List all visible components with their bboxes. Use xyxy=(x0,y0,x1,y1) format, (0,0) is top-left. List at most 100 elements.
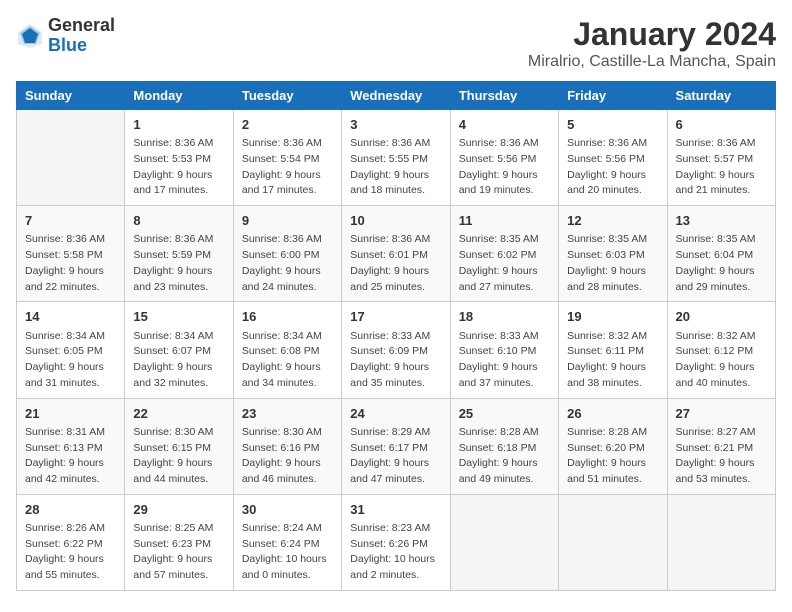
day-number: 25 xyxy=(459,405,550,423)
day-cell: 12 Sunrise: 8:35 AMSunset: 6:03 PMDayligh… xyxy=(559,206,667,302)
day-info: Sunrise: 8:30 AMSunset: 6:16 PMDaylight:… xyxy=(242,425,333,488)
day-cell: 24 Sunrise: 8:29 AMSunset: 6:17 PMDayligh… xyxy=(342,398,450,494)
day-number: 22 xyxy=(133,405,224,423)
day-info: Sunrise: 8:28 AMSunset: 6:18 PMDaylight:… xyxy=(459,425,550,488)
day-number: 3 xyxy=(350,116,441,134)
day-number: 4 xyxy=(459,116,550,134)
week-row-2: 7Sunrise: 8:36 AMSunset: 5:58 PMDaylight… xyxy=(17,206,776,302)
day-number: 9 xyxy=(242,212,333,230)
day-cell: 14Sunrise: 8:34 AMSunset: 6:05 PMDayligh… xyxy=(17,302,125,398)
day-cell: 26Sunrise: 8:28 AMSunset: 6:20 PMDayligh… xyxy=(559,398,667,494)
day-cell xyxy=(667,494,775,590)
header-cell-sunday: Sunday xyxy=(17,82,125,110)
day-cell: 13 Sunrise: 8:35 AMSunset: 6:04 PMDayligh… xyxy=(667,206,775,302)
day-number: 8 xyxy=(133,212,224,230)
day-info: Sunrise: 8:31 AMSunset: 6:13 PMDaylight:… xyxy=(25,425,116,488)
day-info: Sunrise: 8:28 AMSunset: 6:20 PMDaylight:… xyxy=(567,425,658,488)
day-info: Sunrise: 8:36 AMSunset: 5:56 PMDaylight:… xyxy=(459,136,550,199)
day-cell: 4 Sunrise: 8:36 AMSunset: 5:56 PMDaylight… xyxy=(450,110,558,206)
day-number: 20 xyxy=(676,308,767,326)
logo-general: General xyxy=(48,16,115,36)
day-cell: 6 Sunrise: 8:36 AMSunset: 5:57 PMDaylight… xyxy=(667,110,775,206)
day-number: 27 xyxy=(676,405,767,423)
day-cell: 3Sunrise: 8:36 AMSunset: 5:55 PMDaylight… xyxy=(342,110,450,206)
calendar-body: 1Sunrise: 8:36 AMSunset: 5:53 PMDaylight… xyxy=(17,110,776,591)
day-info: Sunrise: 8:34 AMSunset: 6:08 PMDaylight:… xyxy=(242,329,333,392)
day-number: 2 xyxy=(242,116,333,134)
subtitle: Miralrio, Castille-La Mancha, Spain xyxy=(528,53,776,71)
day-info: Sunrise: 8:35 AMSunset: 6:02 PMDaylight:… xyxy=(459,232,550,295)
day-number: 13 xyxy=(676,212,767,230)
day-cell: 22Sunrise: 8:30 AMSunset: 6:15 PMDayligh… xyxy=(125,398,233,494)
calendar-table: SundayMondayTuesdayWednesdayThursdayFrid… xyxy=(16,81,776,591)
logo-icon xyxy=(16,22,44,50)
day-info: Sunrise: 8:27 AMSunset: 6:21 PMDaylight:… xyxy=(676,425,767,488)
day-info: Sunrise: 8:33 AMSunset: 6:10 PMDaylight:… xyxy=(459,329,550,392)
day-cell: 8 Sunrise: 8:36 AMSunset: 5:59 PMDaylight… xyxy=(125,206,233,302)
day-cell: 1Sunrise: 8:36 AMSunset: 5:53 PMDaylight… xyxy=(125,110,233,206)
day-cell: 29 Sunrise: 8:25 AMSunset: 6:23 PMDayligh… xyxy=(125,494,233,590)
week-row-5: 28Sunrise: 8:26 AMSunset: 6:22 PMDayligh… xyxy=(17,494,776,590)
logo-text: General Blue xyxy=(48,16,115,56)
day-number: 5 xyxy=(567,116,658,134)
day-info: Sunrise: 8:36 AMSunset: 5:56 PMDaylight:… xyxy=(567,136,658,199)
header-cell-friday: Friday xyxy=(559,82,667,110)
day-number: 29 xyxy=(133,501,224,519)
day-number: 7 xyxy=(25,212,116,230)
header-cell-thursday: Thursday xyxy=(450,82,558,110)
page-header: General Blue January 2024 Miralrio, Cast… xyxy=(16,16,776,71)
day-cell: 10Sunrise: 8:36 AMSunset: 6:01 PMDayligh… xyxy=(342,206,450,302)
day-number: 16 xyxy=(242,308,333,326)
day-number: 30 xyxy=(242,501,333,519)
day-cell: 17 Sunrise: 8:33 AMSunset: 6:09 PMDayligh… xyxy=(342,302,450,398)
logo-blue: Blue xyxy=(48,36,115,56)
day-info: Sunrise: 8:24 AMSunset: 6:24 PMDaylight:… xyxy=(242,521,333,584)
day-cell: 2 Sunrise: 8:36 AMSunset: 5:54 PMDaylight… xyxy=(233,110,341,206)
header-cell-monday: Monday xyxy=(125,82,233,110)
day-number: 6 xyxy=(676,116,767,134)
day-cell: 25 Sunrise: 8:28 AMSunset: 6:18 PMDayligh… xyxy=(450,398,558,494)
day-info: Sunrise: 8:36 AMSunset: 5:54 PMDaylight:… xyxy=(242,136,333,199)
header-cell-wednesday: Wednesday xyxy=(342,82,450,110)
day-info: Sunrise: 8:26 AMSunset: 6:22 PMDaylight:… xyxy=(25,521,116,584)
day-cell xyxy=(450,494,558,590)
day-cell: 19Sunrise: 8:32 AMSunset: 6:11 PMDayligh… xyxy=(559,302,667,398)
day-cell: 5 Sunrise: 8:36 AMSunset: 5:56 PMDaylight… xyxy=(559,110,667,206)
day-cell xyxy=(17,110,125,206)
day-number: 17 xyxy=(350,308,441,326)
day-info: Sunrise: 8:29 AMSunset: 6:17 PMDaylight:… xyxy=(350,425,441,488)
day-cell: 20Sunrise: 8:32 AMSunset: 6:12 PMDayligh… xyxy=(667,302,775,398)
day-number: 24 xyxy=(350,405,441,423)
day-cell: 16 Sunrise: 8:34 AMSunset: 6:08 PMDayligh… xyxy=(233,302,341,398)
day-info: Sunrise: 8:34 AMSunset: 6:07 PMDaylight:… xyxy=(133,329,224,392)
day-number: 15 xyxy=(133,308,224,326)
day-cell: 30 Sunrise: 8:24 AMSunset: 6:24 PMDayligh… xyxy=(233,494,341,590)
day-info: Sunrise: 8:25 AMSunset: 6:23 PMDaylight:… xyxy=(133,521,224,584)
day-info: Sunrise: 8:36 AMSunset: 5:59 PMDaylight:… xyxy=(133,232,224,295)
header-row: SundayMondayTuesdayWednesdayThursdayFrid… xyxy=(17,82,776,110)
header-cell-tuesday: Tuesday xyxy=(233,82,341,110)
main-title: January 2024 xyxy=(528,16,776,53)
calendar-header: SundayMondayTuesdayWednesdayThursdayFrid… xyxy=(17,82,776,110)
day-cell: 11 Sunrise: 8:35 AMSunset: 6:02 PMDayligh… xyxy=(450,206,558,302)
week-row-4: 21Sunrise: 8:31 AMSunset: 6:13 PMDayligh… xyxy=(17,398,776,494)
day-cell: 15 Sunrise: 8:34 AMSunset: 6:07 PMDayligh… xyxy=(125,302,233,398)
day-number: 18 xyxy=(459,308,550,326)
day-cell: 27 Sunrise: 8:27 AMSunset: 6:21 PMDayligh… xyxy=(667,398,775,494)
day-info: Sunrise: 8:23 AMSunset: 6:26 PMDaylight:… xyxy=(350,521,441,584)
day-info: Sunrise: 8:35 AMSunset: 6:03 PMDaylight:… xyxy=(567,232,658,295)
day-cell: 7Sunrise: 8:36 AMSunset: 5:58 PMDaylight… xyxy=(17,206,125,302)
day-number: 31 xyxy=(350,501,441,519)
day-number: 10 xyxy=(350,212,441,230)
day-info: Sunrise: 8:36 AMSunset: 5:57 PMDaylight:… xyxy=(676,136,767,199)
day-number: 11 xyxy=(459,212,550,230)
day-number: 1 xyxy=(133,116,224,134)
day-info: Sunrise: 8:33 AMSunset: 6:09 PMDaylight:… xyxy=(350,329,441,392)
day-cell: 31 Sunrise: 8:23 AMSunset: 6:26 PMDayligh… xyxy=(342,494,450,590)
header-cell-saturday: Saturday xyxy=(667,82,775,110)
day-cell: 9Sunrise: 8:36 AMSunset: 6:00 PMDaylight… xyxy=(233,206,341,302)
day-info: Sunrise: 8:35 AMSunset: 6:04 PMDaylight:… xyxy=(676,232,767,295)
day-cell: 21Sunrise: 8:31 AMSunset: 6:13 PMDayligh… xyxy=(17,398,125,494)
day-number: 12 xyxy=(567,212,658,230)
day-cell xyxy=(559,494,667,590)
